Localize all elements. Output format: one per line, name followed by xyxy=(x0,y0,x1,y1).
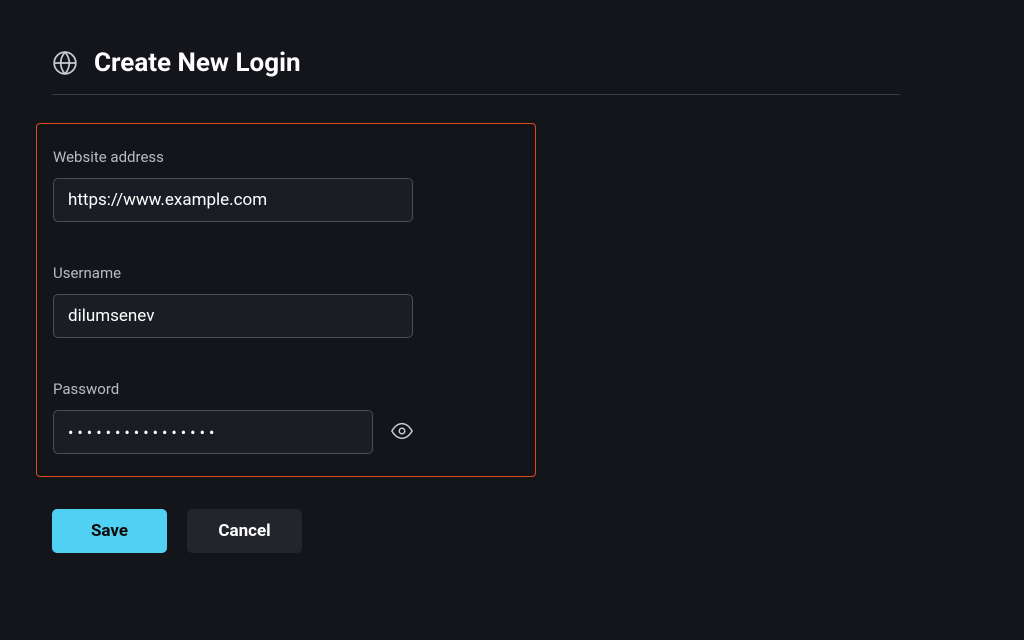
website-input[interactable] xyxy=(53,178,413,222)
globe-icon xyxy=(52,50,78,76)
username-label: Username xyxy=(53,264,413,282)
reveal-password-button[interactable] xyxy=(391,420,413,445)
form-buttons: Save Cancel xyxy=(52,509,976,553)
save-button[interactable]: Save xyxy=(52,509,167,553)
password-label: Password xyxy=(53,380,413,398)
eye-icon xyxy=(391,420,413,445)
password-field-group: Password •••••••••••••••• xyxy=(53,380,413,454)
username-field-group: Username xyxy=(53,264,413,338)
website-label: Website address xyxy=(53,148,413,166)
header-divider xyxy=(52,94,900,95)
password-input[interactable]: •••••••••••••••• xyxy=(53,410,373,454)
username-input[interactable] xyxy=(53,294,413,338)
website-field-group: Website address xyxy=(53,148,413,222)
page-title: Create New Login xyxy=(94,48,301,78)
fields-highlight-box: Website address Username Password ••••••… xyxy=(36,123,536,477)
form-header: Create New Login xyxy=(52,48,976,78)
create-login-form: Create New Login Website address Usernam… xyxy=(0,0,1024,553)
cancel-button[interactable]: Cancel xyxy=(187,509,302,553)
